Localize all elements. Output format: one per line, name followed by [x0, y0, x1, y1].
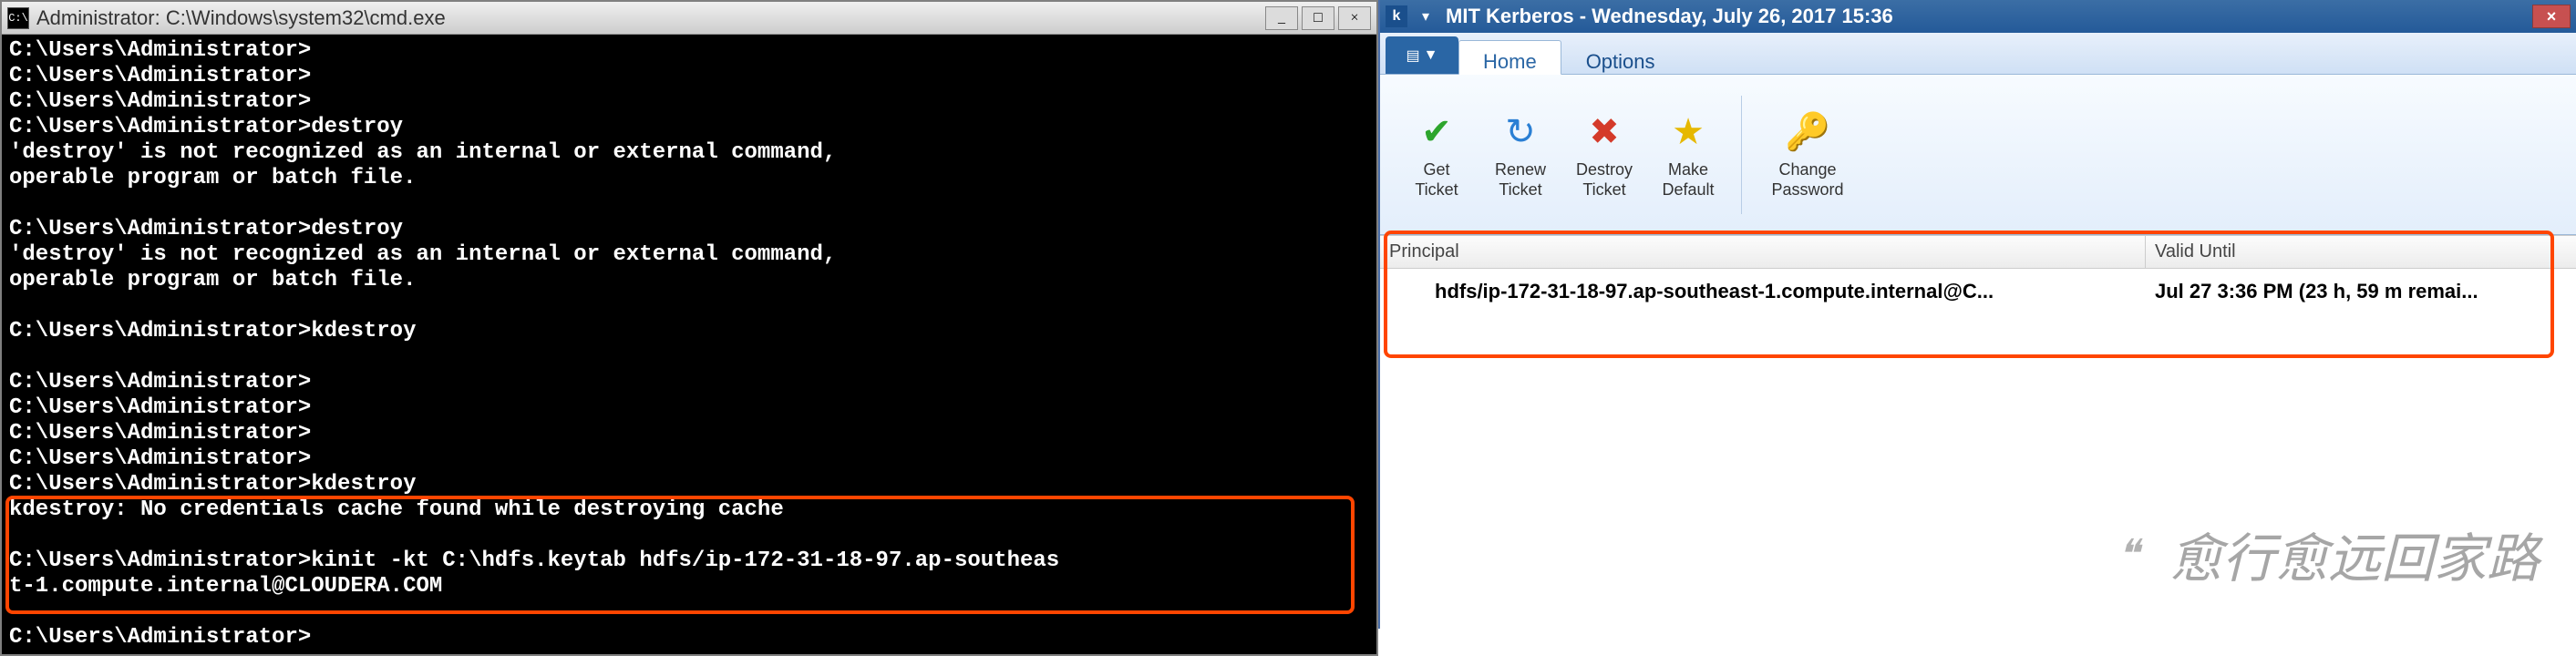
cmd-window: C:\ Administrator: C:\Windows\system32\c…: [0, 0, 1378, 656]
cmd-line: operable program or batch file.: [9, 268, 416, 292]
close-button[interactable]: ×: [2532, 5, 2571, 28]
cmd-line: C:\Users\Administrator>kdestroy: [9, 319, 416, 343]
destroy-ticket-label: DestroyTicket: [1576, 159, 1633, 200]
change-password-button[interactable]: 🔑 ChangePassword: [1753, 110, 1862, 200]
column-principal[interactable]: Principal: [1380, 236, 2146, 268]
kerberos-titlebar[interactable]: k ▾ MIT Kerberos - Wednesday, July 26, 2…: [1380, 0, 2576, 33]
kerberos-ticket-list: Principal Valid Until hdfs/ip-172-31-18-…: [1380, 235, 2576, 629]
change-password-label: ChangePassword: [1771, 159, 1843, 200]
kerberos-title: MIT Kerberos - Wednesday, July 26, 2017 …: [1446, 5, 2532, 28]
x-icon: ✖: [1582, 110, 1626, 154]
destroy-ticket-button[interactable]: ✖ DestroyTicket: [1562, 110, 1646, 200]
kerberos-app-icon: k: [1386, 5, 1407, 27]
cmd-line: 'destroy' is not recognized as an intern…: [9, 140, 836, 165]
cmd-line: kdestroy: No credentials cache found whi…: [9, 497, 784, 522]
kerberos-window: k ▾ MIT Kerberos - Wednesday, July 26, 2…: [1378, 0, 2576, 629]
kerberos-ribbon: ✔ GetTicket ↻ RenewTicket ✖ DestroyTicke…: [1380, 75, 2576, 235]
cmd-line: C:\Users\Administrator>: [9, 395, 311, 420]
ticket-principal: hdfs/ip-172-31-18-97.ap-southeast-1.comp…: [1380, 280, 2146, 303]
cmd-window-controls: _ □ ×: [1265, 6, 1371, 30]
dropdown-icon: ▼: [1424, 47, 1438, 64]
refresh-icon: ↻: [1499, 110, 1542, 154]
ticket-row[interactable]: hdfs/ip-172-31-18-97.ap-southeast-1.comp…: [1380, 269, 2576, 314]
cmd-line: C:\Users\Administrator>destroy: [9, 217, 403, 241]
cmd-titlebar[interactable]: C:\ Administrator: C:\Windows\system32\c…: [2, 2, 1376, 35]
make-default-label: MakeDefault: [1662, 159, 1714, 200]
ribbon-separator: [1741, 96, 1742, 214]
cmd-line: C:\Users\Administrator>: [9, 89, 311, 114]
get-ticket-label: GetTicket: [1415, 159, 1458, 200]
wechat-icon: ❝: [2097, 522, 2160, 586]
cmd-line: C:\Users\Administrator>kdestroy: [9, 472, 416, 497]
cmd-title: Administrator: C:\Windows\system32\cmd.e…: [36, 6, 1265, 30]
cmd-line: C:\Users\Administrator>: [9, 370, 311, 395]
cmd-line: C:\Users\Administrator>: [9, 421, 311, 446]
cmd-line: C:\Users\Administrator>kinit -kt C:\hdfs…: [9, 548, 1059, 573]
make-default-button[interactable]: ★ MakeDefault: [1646, 110, 1730, 200]
cmd-terminal-output[interactable]: C:\Users\Administrator> C:\Users\Adminis…: [2, 35, 1376, 654]
column-valid-until[interactable]: Valid Until: [2146, 236, 2576, 268]
cmd-line: C:\Users\Administrator>: [9, 446, 311, 471]
maximize-button[interactable]: □: [1302, 6, 1334, 30]
cmd-line: C:\Users\Administrator>: [9, 64, 311, 88]
ticket-valid-until: Jul 27 3:36 PM (23 h, 59 m remai...: [2146, 280, 2576, 303]
cmd-line: t-1.compute.internal@CLOUDERA.COM: [9, 574, 442, 599]
renew-ticket-label: RenewTicket: [1495, 159, 1546, 200]
key-icon: 🔑: [1786, 110, 1829, 154]
cmd-line: 'destroy' is not recognized as an intern…: [9, 242, 836, 267]
star-icon: ★: [1666, 110, 1710, 154]
watermark-text: 愈行愈远回家路: [2169, 516, 2540, 592]
cmd-line: operable program or batch file.: [9, 166, 416, 190]
cmd-line: C:\Users\Administrator>: [9, 625, 311, 650]
get-ticket-button[interactable]: ✔ GetTicket: [1395, 110, 1479, 200]
kerberos-tabs: ▤ ▼ Home Options: [1380, 33, 2576, 75]
minimize-button[interactable]: _: [1265, 6, 1298, 30]
table-header: Principal Valid Until: [1380, 236, 2576, 269]
cmd-line: C:\Users\Administrator>destroy: [9, 115, 403, 139]
system-menu-icon[interactable]: ▾: [1415, 5, 1437, 27]
cmd-icon: C:\: [7, 7, 29, 29]
doc-icon: ▤: [1406, 46, 1420, 65]
cmd-line: C:\Users\Administrator>: [9, 38, 311, 63]
tab-home[interactable]: Home: [1458, 40, 1561, 75]
file-menu-button[interactable]: ▤ ▼: [1386, 36, 1458, 74]
check-icon: ✔: [1415, 110, 1458, 154]
renew-ticket-button[interactable]: ↻ RenewTicket: [1479, 110, 1562, 200]
tab-options[interactable]: Options: [1561, 40, 1680, 74]
close-button[interactable]: ×: [1338, 6, 1371, 30]
watermark: ❝ 愈行愈远回家路: [2097, 516, 2540, 592]
